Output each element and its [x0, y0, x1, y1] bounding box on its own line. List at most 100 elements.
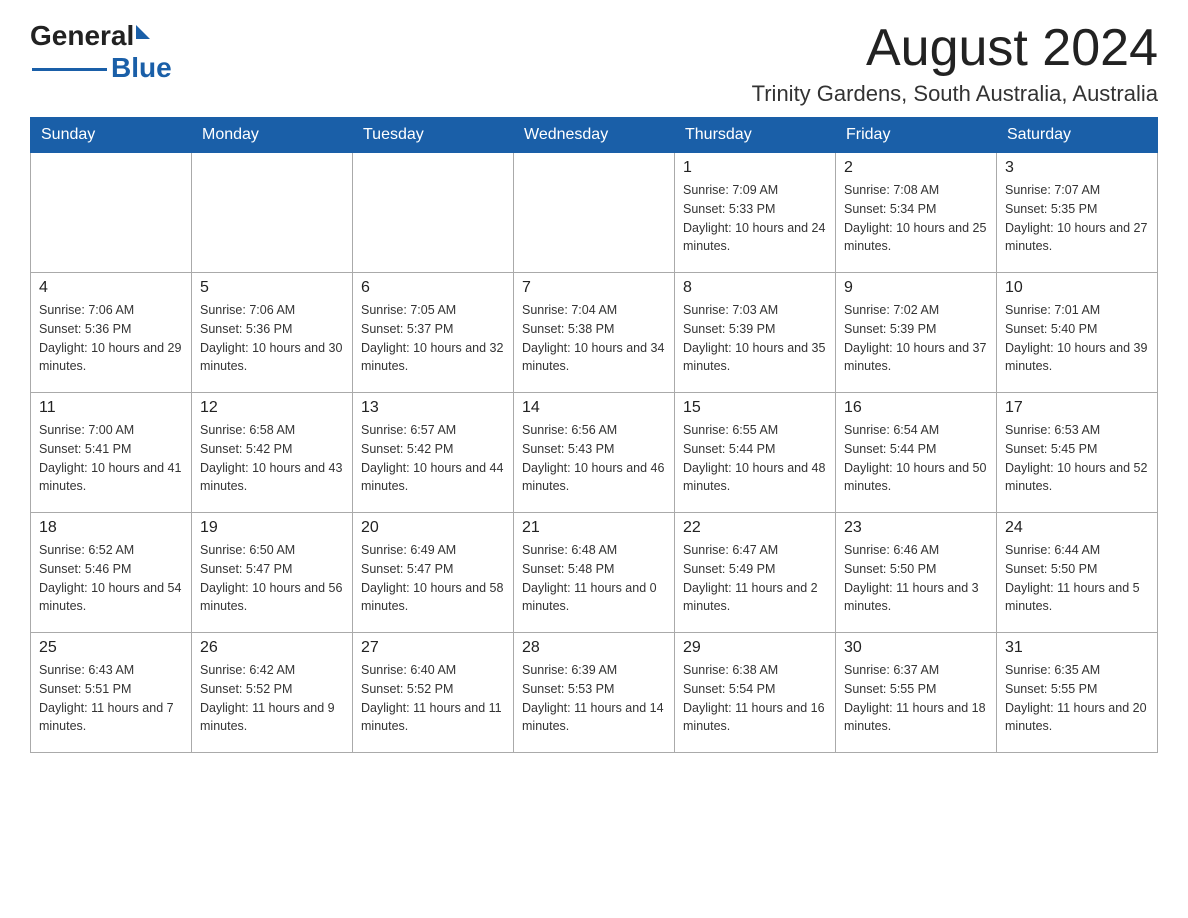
- calendar-cell: 17 Sunrise: 6:53 AMSunset: 5:45 PMDayligh…: [997, 393, 1158, 513]
- day-number: 31: [1005, 639, 1149, 657]
- calendar-cell: 28 Sunrise: 6:39 AMSunset: 5:53 PMDayligh…: [514, 633, 675, 753]
- day-info: Sunrise: 6:46 AMSunset: 5:50 PMDaylight:…: [844, 541, 988, 616]
- day-number: 15: [683, 399, 827, 417]
- day-info: Sunrise: 7:00 AMSunset: 5:41 PMDaylight:…: [39, 421, 183, 496]
- calendar-cell: 30 Sunrise: 6:37 AMSunset: 5:55 PMDayligh…: [836, 633, 997, 753]
- calendar-cell: 4 Sunrise: 7:06 AMSunset: 5:36 PMDaylight…: [31, 273, 192, 393]
- day-number: 14: [522, 399, 666, 417]
- day-number: 4: [39, 279, 183, 297]
- calendar-cell: 31Sunrise: 6:35 AMSunset: 5:55 PMDayligh…: [997, 633, 1158, 753]
- calendar-cell: [514, 153, 675, 273]
- day-number: 8: [683, 279, 827, 297]
- day-number: 11: [39, 399, 183, 417]
- day-number: 19: [200, 519, 344, 537]
- day-info: Sunrise: 6:39 AMSunset: 5:53 PMDaylight:…: [522, 661, 666, 736]
- calendar-table: SundayMondayTuesdayWednesdayThursdayFrid…: [30, 117, 1158, 753]
- day-number: 20: [361, 519, 505, 537]
- day-info: Sunrise: 7:06 AMSunset: 5:36 PMDaylight:…: [200, 301, 344, 376]
- calendar-cell: 15Sunrise: 6:55 AMSunset: 5:44 PMDayligh…: [675, 393, 836, 513]
- day-info: Sunrise: 7:03 AMSunset: 5:39 PMDaylight:…: [683, 301, 827, 376]
- logo-underline: [32, 68, 107, 71]
- day-number: 5: [200, 279, 344, 297]
- day-info: Sunrise: 6:47 AMSunset: 5:49 PMDaylight:…: [683, 541, 827, 616]
- day-number: 3: [1005, 159, 1149, 177]
- calendar-cell: 7 Sunrise: 7:04 AMSunset: 5:38 PMDaylight…: [514, 273, 675, 393]
- calendar-cell: 2Sunrise: 7:08 AMSunset: 5:34 PMDaylight…: [836, 153, 997, 273]
- calendar-cell: [31, 153, 192, 273]
- calendar-cell: 16 Sunrise: 6:54 AMSunset: 5:44 PMDayligh…: [836, 393, 997, 513]
- day-info: Sunrise: 6:44 AMSunset: 5:50 PMDaylight:…: [1005, 541, 1149, 616]
- logo-triangle-icon: [136, 25, 150, 39]
- calendar-cell: 26 Sunrise: 6:42 AMSunset: 5:52 PMDayligh…: [192, 633, 353, 753]
- weekday-header-friday: Friday: [836, 118, 997, 153]
- calendar-week-row: 25 Sunrise: 6:43 AMSunset: 5:51 PMDayligh…: [31, 633, 1158, 753]
- calendar-cell: 21Sunrise: 6:48 AMSunset: 5:48 PMDayligh…: [514, 513, 675, 633]
- day-info: Sunrise: 7:06 AMSunset: 5:36 PMDaylight:…: [39, 301, 183, 376]
- calendar-cell: 29 Sunrise: 6:38 AMSunset: 5:54 PMDayligh…: [675, 633, 836, 753]
- calendar-week-row: 1Sunrise: 7:09 AMSunset: 5:33 PMDaylight…: [31, 153, 1158, 273]
- day-info: Sunrise: 6:53 AMSunset: 5:45 PMDaylight:…: [1005, 421, 1149, 496]
- day-number: 6: [361, 279, 505, 297]
- day-number: 17: [1005, 399, 1149, 417]
- day-number: 30: [844, 639, 988, 657]
- day-number: 21: [522, 519, 666, 537]
- day-info: Sunrise: 7:02 AMSunset: 5:39 PMDaylight:…: [844, 301, 988, 376]
- calendar-cell: 11 Sunrise: 7:00 AMSunset: 5:41 PMDayligh…: [31, 393, 192, 513]
- day-info: Sunrise: 6:54 AMSunset: 5:44 PMDaylight:…: [844, 421, 988, 496]
- day-info: Sunrise: 6:38 AMSunset: 5:54 PMDaylight:…: [683, 661, 827, 736]
- day-number: 25: [39, 639, 183, 657]
- calendar-week-row: 4 Sunrise: 7:06 AMSunset: 5:36 PMDaylight…: [31, 273, 1158, 393]
- calendar-cell: 27Sunrise: 6:40 AMSunset: 5:52 PMDayligh…: [353, 633, 514, 753]
- day-number: 2: [844, 159, 988, 177]
- calendar-cell: 25 Sunrise: 6:43 AMSunset: 5:51 PMDayligh…: [31, 633, 192, 753]
- logo-blue: Blue: [111, 52, 172, 84]
- day-info: Sunrise: 7:04 AMSunset: 5:38 PMDaylight:…: [522, 301, 666, 376]
- location-subtitle: Trinity Gardens, South Australia, Austra…: [752, 81, 1158, 107]
- page-header: General Blue August 2024 Trinity Gardens…: [30, 20, 1158, 107]
- weekday-header-monday: Monday: [192, 118, 353, 153]
- day-info: Sunrise: 6:49 AMSunset: 5:47 PMDaylight:…: [361, 541, 505, 616]
- day-number: 28: [522, 639, 666, 657]
- calendar-cell: 23 Sunrise: 6:46 AMSunset: 5:50 PMDayligh…: [836, 513, 997, 633]
- calendar-cell: 20 Sunrise: 6:49 AMSunset: 5:47 PMDayligh…: [353, 513, 514, 633]
- weekday-header-sunday: Sunday: [31, 118, 192, 153]
- day-number: 9: [844, 279, 988, 297]
- calendar-cell: 12 Sunrise: 6:58 AMSunset: 5:42 PMDayligh…: [192, 393, 353, 513]
- day-number: 16: [844, 399, 988, 417]
- calendar-cell: 8 Sunrise: 7:03 AMSunset: 5:39 PMDaylight…: [675, 273, 836, 393]
- day-info: Sunrise: 6:57 AMSunset: 5:42 PMDaylight:…: [361, 421, 505, 496]
- day-number: 29: [683, 639, 827, 657]
- calendar-cell: 9 Sunrise: 7:02 AMSunset: 5:39 PMDaylight…: [836, 273, 997, 393]
- day-number: 10: [1005, 279, 1149, 297]
- calendar-cell: 6 Sunrise: 7:05 AMSunset: 5:37 PMDaylight…: [353, 273, 514, 393]
- day-info: Sunrise: 6:42 AMSunset: 5:52 PMDaylight:…: [200, 661, 344, 736]
- weekday-header-row: SundayMondayTuesdayWednesdayThursdayFrid…: [31, 118, 1158, 153]
- day-number: 23: [844, 519, 988, 537]
- day-number: 24: [1005, 519, 1149, 537]
- day-info: Sunrise: 7:05 AMSunset: 5:37 PMDaylight:…: [361, 301, 505, 376]
- calendar-cell: 1Sunrise: 7:09 AMSunset: 5:33 PMDaylight…: [675, 153, 836, 273]
- day-info: Sunrise: 6:37 AMSunset: 5:55 PMDaylight:…: [844, 661, 988, 736]
- weekday-header-thursday: Thursday: [675, 118, 836, 153]
- calendar-cell: [192, 153, 353, 273]
- day-number: 26: [200, 639, 344, 657]
- day-number: 18: [39, 519, 183, 537]
- calendar-cell: 22 Sunrise: 6:47 AMSunset: 5:49 PMDayligh…: [675, 513, 836, 633]
- day-number: 7: [522, 279, 666, 297]
- calendar-cell: 5 Sunrise: 7:06 AMSunset: 5:36 PMDaylight…: [192, 273, 353, 393]
- day-number: 13: [361, 399, 505, 417]
- logo: General Blue: [30, 20, 172, 84]
- day-number: 12: [200, 399, 344, 417]
- calendar-week-row: 18 Sunrise: 6:52 AMSunset: 5:46 PMDayligh…: [31, 513, 1158, 633]
- weekday-header-wednesday: Wednesday: [514, 118, 675, 153]
- day-number: 22: [683, 519, 827, 537]
- calendar-week-row: 11 Sunrise: 7:00 AMSunset: 5:41 PMDayligh…: [31, 393, 1158, 513]
- calendar-cell: 13 Sunrise: 6:57 AMSunset: 5:42 PMDayligh…: [353, 393, 514, 513]
- calendar-cell: 3Sunrise: 7:07 AMSunset: 5:35 PMDaylight…: [997, 153, 1158, 273]
- logo-general: General: [30, 20, 134, 52]
- day-info: Sunrise: 6:52 AMSunset: 5:46 PMDaylight:…: [39, 541, 183, 616]
- day-info: Sunrise: 6:43 AMSunset: 5:51 PMDaylight:…: [39, 661, 183, 736]
- calendar-cell: [353, 153, 514, 273]
- day-info: Sunrise: 6:58 AMSunset: 5:42 PMDaylight:…: [200, 421, 344, 496]
- month-year-title: August 2024: [752, 20, 1158, 77]
